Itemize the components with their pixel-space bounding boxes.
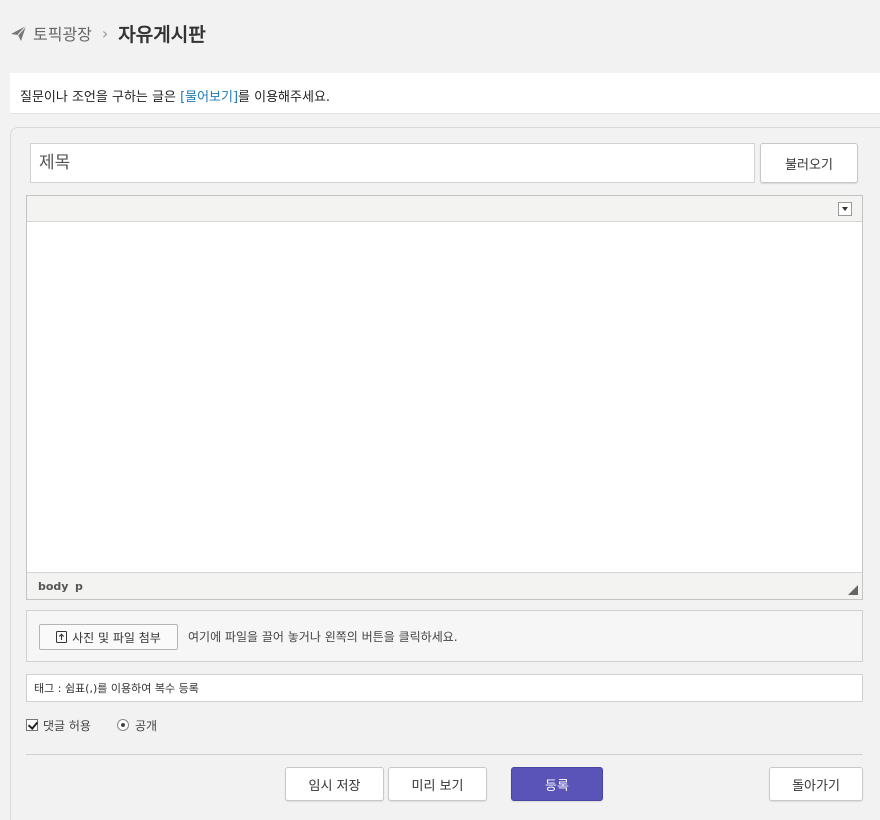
notice-text-before: 질문이나 조언을 구하는 글은	[20, 90, 181, 105]
editor-content-area[interactable]	[27, 223, 862, 573]
attach-file-label: 사진 및 파일 첨부	[72, 630, 161, 645]
status-path-body[interactable]: body	[38, 580, 68, 593]
save-draft-button[interactable]: 임시 저장	[285, 767, 384, 801]
breadcrumb-separator: ›	[101, 23, 109, 43]
rich-text-editor: body p	[26, 195, 863, 600]
paper-plane-icon	[11, 25, 27, 41]
title-input[interactable]	[30, 143, 755, 183]
back-button[interactable]: 돌아가기	[769, 767, 863, 801]
toolbar-dropdown-icon[interactable]	[838, 202, 852, 216]
notice-banner: 질문이나 조언을 구하는 글은 [물어보기]를 이용해주세요.	[10, 73, 880, 114]
attach-file-button[interactable]: 사진 및 파일 첨부	[39, 624, 178, 650]
public-label[interactable]: 공개	[135, 717, 157, 734]
submit-button[interactable]: 등록	[511, 767, 603, 801]
divider	[26, 754, 863, 755]
upload-icon	[56, 631, 68, 643]
tag-input[interactable]	[26, 674, 863, 702]
notice-text-after: 를 이용해주세요.	[238, 90, 331, 105]
ask-board-link[interactable]: [물어보기]	[180, 90, 238, 105]
allow-comments-checkbox[interactable]	[26, 719, 38, 731]
post-options: 댓글 허용 공개	[26, 716, 157, 734]
editor-toolbar	[27, 196, 862, 222]
status-path-p[interactable]: p	[75, 580, 83, 593]
attachment-drop-zone[interactable]: 사진 및 파일 첨부 여기에 파일을 끌어 놓거나 왼쪽의 버튼을 클릭하세요.	[26, 610, 863, 662]
page-title: 자유게시판	[118, 23, 206, 46]
public-radio[interactable]	[116, 719, 129, 731]
breadcrumb: 토픽광장 › 자유게시판	[10, 20, 206, 46]
resize-grip-icon[interactable]	[848, 585, 858, 595]
preview-button[interactable]: 미리 보기	[388, 767, 487, 801]
allow-comments-label[interactable]: 댓글 허용	[43, 717, 91, 734]
breadcrumb-parent[interactable]: 토픽광장	[33, 21, 92, 45]
load-button[interactable]: 불러오기	[760, 143, 858, 183]
attach-hint: 여기에 파일을 끌어 놓거나 왼쪽의 버튼을 클릭하세요.	[188, 630, 458, 644]
editor-status-bar: body p	[27, 572, 862, 599]
